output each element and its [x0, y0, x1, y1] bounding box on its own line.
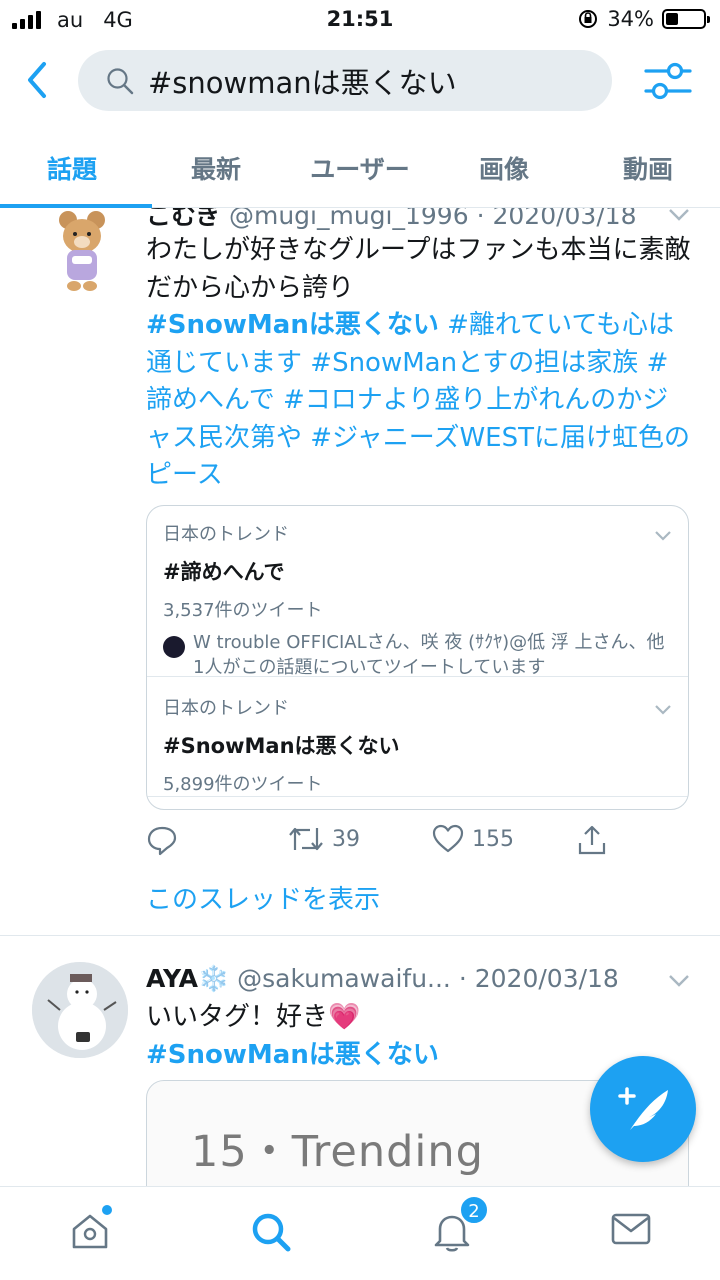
status-bar: au 4G 21:51 34%	[0, 0, 720, 40]
hashtag-link[interactable]: #SnowManとすの担は家族	[310, 348, 638, 378]
chevron-down-icon[interactable]	[668, 208, 690, 222]
trend-title: #諦めへんで	[163, 560, 285, 584]
tweet-feed[interactable]: こむぎ @mugi_mugi_1996 · 2020/03/18 わたしが好きな…	[0, 208, 720, 1186]
user-handle[interactable]: @mugi_mugi_1996	[229, 208, 469, 230]
battery-icon	[662, 9, 710, 29]
retweet-icon	[289, 827, 323, 851]
tab-videos[interactable]: 動画	[576, 130, 720, 207]
trend-count: 3,537件のツイート	[163, 600, 323, 621]
chevron-down-icon[interactable]	[668, 974, 690, 988]
share-icon	[578, 825, 606, 855]
bear-figure-avatar-image	[59, 211, 105, 291]
trend-card: 日本のトレンド #諦めへんで 3,537件のツイート W trouble OFF…	[146, 505, 689, 810]
tweet-actions: 39 155	[146, 824, 666, 864]
tweet-header: AYA❄️ @sakumawaifu... · 2020/03/18	[146, 964, 619, 994]
tab-people[interactable]: ユーザー	[288, 130, 432, 207]
like-count: 155	[472, 826, 514, 852]
retweet-count: 39	[332, 826, 360, 852]
compose-feather-icon	[618, 1087, 668, 1130]
envelope-icon	[611, 1213, 651, 1245]
search-query: #snowmanは悪くない	[148, 65, 457, 100]
search-input[interactable]: #snowmanは悪くない	[78, 50, 612, 111]
bottom-navigation: 2	[0, 1186, 720, 1280]
mini-avatar	[163, 636, 185, 658]
share-button[interactable]	[576, 824, 608, 856]
show-thread-link[interactable]: このスレッドを表示	[146, 879, 380, 916]
user-name[interactable]: AYA❄️	[146, 964, 229, 993]
nav-messages[interactable]	[611, 1211, 651, 1251]
tweet-text: わたしが好きなグループはファンも本当に素敵だから心から誇り #SnowManは悪…	[146, 232, 691, 495]
retweet-button[interactable]: 39	[288, 824, 360, 854]
tab-latest[interactable]: 最新	[144, 130, 288, 207]
chevron-down-icon[interactable]	[654, 704, 672, 716]
tweet-date: · 2020/03/18	[458, 964, 619, 993]
snowman-avatar-image	[32, 962, 128, 1058]
user-name[interactable]: こむぎ	[146, 208, 221, 230]
tweet-date: · 2020/03/18	[476, 208, 637, 230]
compose-tweet-button[interactable]	[590, 1056, 696, 1162]
home-icon	[72, 1214, 108, 1249]
trend-item[interactable]: 日本のトレンド #諦めへんで 3,537件のツイート W trouble OFF…	[147, 520, 688, 680]
hashtag-link[interactable]: #SnowManは悪くない	[146, 310, 439, 340]
reply-icon	[147, 826, 177, 856]
tweet-plain-text: わたしが好きなグループはファンも本当に素敵だから心から誇り	[146, 235, 691, 303]
nav-notifications[interactable]: 2	[432, 1195, 489, 1257]
new-content-dot	[102, 1205, 112, 1215]
nav-home[interactable]	[70, 1205, 112, 1255]
tweet[interactable]: こむぎ @mugi_mugi_1996 · 2020/03/18 わたしが好きな…	[0, 208, 720, 936]
tweet-header: こむぎ @mugi_mugi_1996 · 2020/03/18	[146, 208, 637, 232]
trend-category: 日本のトレンド	[163, 524, 289, 545]
back-arrow-icon[interactable]	[20, 60, 56, 100]
divider	[147, 676, 688, 677]
notifications-badge: 2	[459, 1195, 489, 1225]
nav-search[interactable]	[250, 1211, 292, 1257]
trend-item[interactable]: 日本のトレンド #SnowManは悪くない 5,899件のツイート	[147, 694, 688, 796]
trend-people-text: W trouble OFFICIALさん、咲 夜 (ｻｸﾔ)@低 浮 上さん、他…	[193, 632, 665, 678]
image-caption: 15・Trending	[191, 1127, 484, 1177]
chevron-down-icon[interactable]	[654, 530, 672, 542]
trend-count: 5,899件のツイート	[163, 774, 323, 795]
hashtag-link[interactable]: #SnowManは悪くない	[146, 1040, 439, 1070]
avatar[interactable]	[34, 208, 130, 302]
tab-top[interactable]: 話題	[0, 130, 152, 208]
user-handle[interactable]: @sakumawaifu...	[237, 964, 451, 993]
like-button[interactable]: 155	[432, 824, 514, 854]
trend-category: 日本のトレンド	[163, 698, 289, 719]
avatar[interactable]	[32, 962, 128, 1058]
battery-percent: 34%	[607, 7, 654, 31]
trend-people: W trouble OFFICIALさん、咲 夜 (ｻｸﾔ)@低 浮 上さん、他…	[163, 630, 673, 680]
heart-icon	[432, 824, 464, 853]
search-tabs: 話題 最新 ユーザー 画像 動画	[0, 130, 720, 208]
search-icon	[107, 68, 134, 95]
filter-settings-icon[interactable]	[644, 58, 692, 104]
reply-button[interactable]	[146, 824, 178, 856]
search-icon	[252, 1213, 291, 1252]
trend-title: #SnowManは悪くない	[163, 734, 400, 758]
divider	[147, 796, 688, 797]
tab-photos[interactable]: 画像	[432, 130, 576, 207]
orientation-lock-icon	[579, 10, 598, 28]
tweet-plain-text: いいタグ！好き💗	[146, 1002, 361, 1032]
